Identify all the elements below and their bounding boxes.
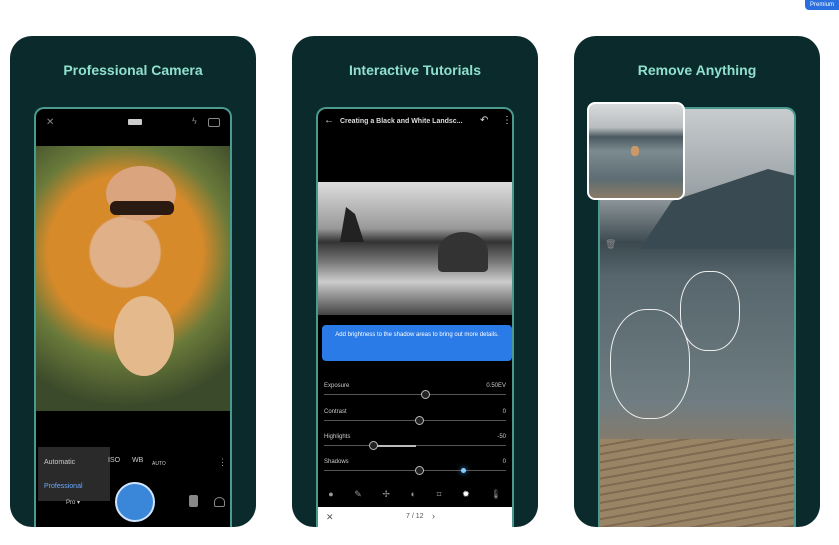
focus-control[interactable]: AUTO [152,461,166,467]
iso-control[interactable]: ISO [108,457,120,464]
tip-callout: Add brightness to the shadow areas to br… [322,325,512,361]
close-icon[interactable]: ✕ [326,512,334,523]
mode-select[interactable]: Pro ▾ [66,499,80,506]
before-preview-thumbnail[interactable] [587,102,685,200]
selection-outline [610,309,690,419]
close-icon[interactable]: ✕ [46,117,54,128]
color-icon[interactable]: 🌡 [490,489,501,500]
card-title: Professional Camera [63,62,203,78]
dock [600,439,794,527]
presets-icon[interactable]: ◐ [411,489,416,500]
gallery-icon[interactable] [189,495,198,507]
tutorial-footer: ✕ 7 / 12 › [318,507,512,527]
shutter-button[interactable] [115,482,155,522]
card-title: Remove Anything [637,62,757,78]
mode-menu: Automatic Professional [38,447,110,501]
card-title: Interactive Tutorials [348,62,481,78]
tutorial-title: Creating a Black and White Landsc... [340,118,463,125]
page-indicator: 7 / 12 [406,513,424,520]
undo-icon[interactable]: ↶ [480,115,488,126]
brush-icon[interactable]: ✎ [354,489,362,500]
presets-icon[interactable] [214,497,225,507]
card-interactive-tutorials: Interactive Tutorials ← Creating a Black… [292,36,538,527]
premium-badge: Premium [804,0,839,10]
edit-toolbar: ● ✎ ✢ ◐ ⌗ ✹ 🌡 [318,489,512,500]
mode-professional[interactable]: Professional [44,483,83,490]
light-icon[interactable]: ✹ [462,489,470,500]
phone-screen-camera: ✕ ϟ Automatic Professional ISO WB AUTO ⋮… [34,107,232,527]
wb-control[interactable]: WB [132,457,143,464]
more-icon[interactable]: ⋮ [218,457,227,468]
raw-icon[interactable] [128,119,142,125]
flash-icon[interactable]: ϟ [192,116,197,126]
more-icon[interactable]: ⋮ [502,115,512,126]
crop-icon[interactable]: ⌗ [437,489,442,500]
switch-camera-icon[interactable] [208,118,220,127]
phone-screen-tutorial: ← Creating a Black and White Landsc... ↶… [316,107,514,527]
heal-icon[interactable]: ✢ [382,489,390,500]
mode-automatic[interactable]: Automatic [44,459,75,466]
back-arrow-icon[interactable]: ← [324,115,334,126]
viewfinder-photo [36,146,230,411]
selection-outline [680,271,740,351]
slider-highlights[interactable]: Highlights -50 [324,434,506,450]
card-professional-camera: Professional Camera ✕ ϟ Automatic Profes… [10,36,256,527]
card-remove-anything: Remove Anything 🗑 [574,36,820,527]
delete-icon[interactable]: 🗑 [605,239,616,250]
masking-icon[interactable]: ● [328,489,333,500]
next-icon[interactable]: › [432,511,435,521]
slider-shadows[interactable]: Shadows 0 [324,459,506,475]
tutorial-photo [318,182,512,315]
slider-contrast[interactable]: Contrast 0 [324,409,506,425]
slider-exposure[interactable]: Exposure 0.50EV [324,383,506,399]
